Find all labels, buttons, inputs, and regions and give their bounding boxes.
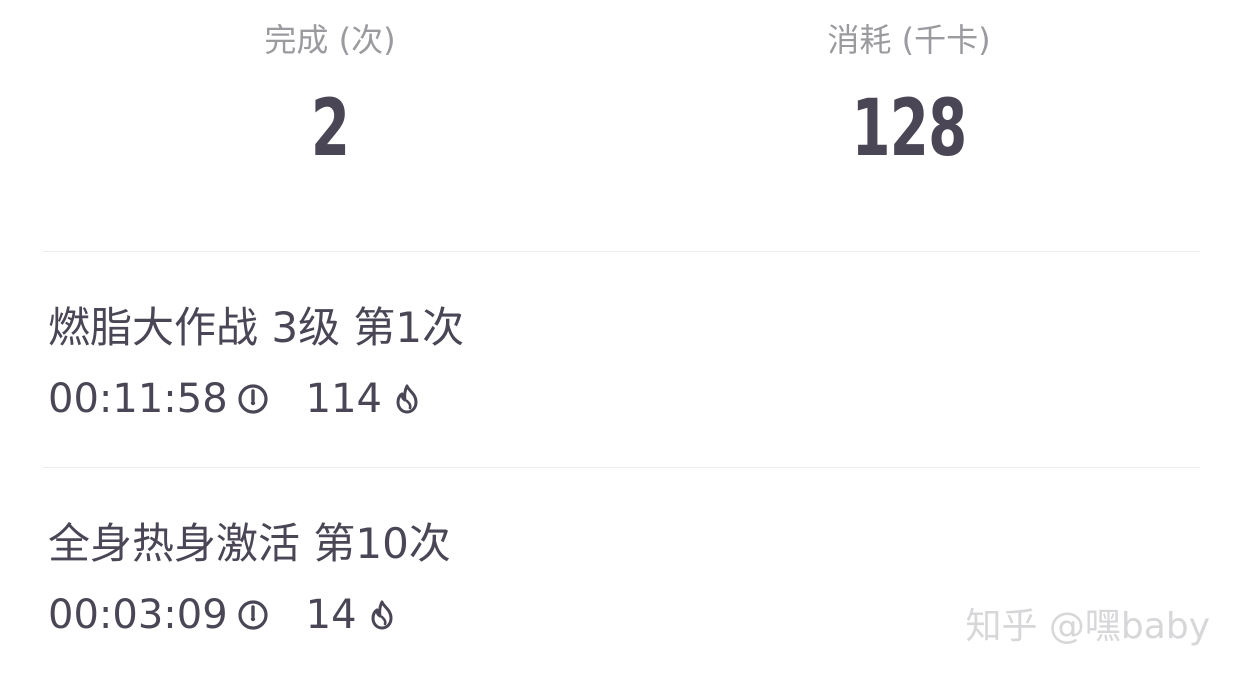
workout-record[interactable]: 燃脂大作战 3级 第1次 00:11:58 114 xyxy=(48,300,1198,430)
divider xyxy=(43,467,1200,468)
workout-calories: 114 xyxy=(305,376,383,422)
workout-meta: 00:03:09 14 xyxy=(48,590,399,640)
workout-duration: 00:11:58 xyxy=(48,376,228,422)
flame-icon xyxy=(390,382,424,416)
calories-label: 消耗 (千卡) xyxy=(827,21,991,59)
timer-icon xyxy=(236,382,270,416)
timer-icon xyxy=(236,598,270,632)
flame-icon xyxy=(365,598,399,632)
completed-label: 完成 (次) xyxy=(264,21,396,59)
workout-duration: 00:03:09 xyxy=(48,592,228,638)
workout-meta: 00:11:58 114 xyxy=(48,374,424,424)
workout-title: 燃脂大作战 3级 第1次 xyxy=(48,303,465,352)
watermark: 知乎 @嘿baby xyxy=(965,606,1210,647)
workout-title: 全身热身激活 第10次 xyxy=(48,519,451,568)
completed-value: 2 xyxy=(310,84,350,174)
workout-calories: 14 xyxy=(305,592,357,638)
divider xyxy=(43,251,1200,252)
calories-value: 128 xyxy=(851,84,967,174)
